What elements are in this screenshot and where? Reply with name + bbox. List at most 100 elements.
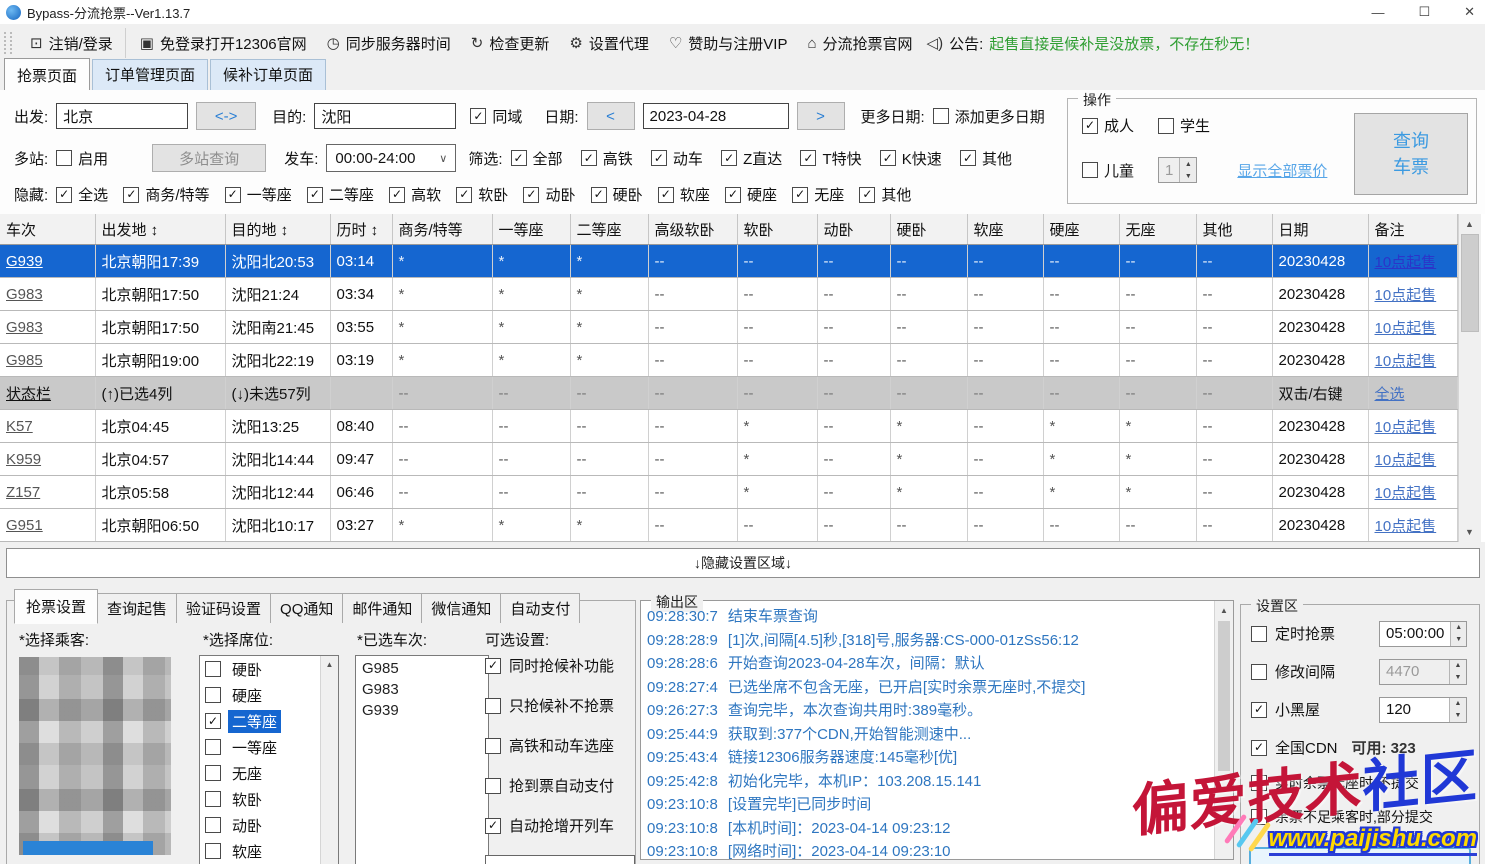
seat-list-scrollbar[interactable]: ▲: [320, 656, 338, 864]
note-link[interactable]: 10点起售: [1375, 419, 1437, 436]
optional-setting-checkbox[interactable]: 只抢候补不抢票: [485, 695, 635, 716]
hide-seat-checkbox[interactable]: 全选: [56, 184, 108, 205]
partial-submit-checkbox[interactable]: [1251, 809, 1267, 825]
column-header[interactable]: 商务/特等: [392, 214, 492, 245]
blackroom-checkbox[interactable]: [1251, 702, 1267, 718]
settings-tab[interactable]: 微信通知: [421, 593, 501, 623]
scroll-up-icon[interactable]: ▲: [1459, 214, 1481, 234]
seat-option[interactable]: 软座: [200, 838, 320, 864]
selected-train-item[interactable]: G939: [362, 700, 482, 721]
train-number-link[interactable]: 状态栏: [0, 377, 95, 410]
train-type-checkbox[interactable]: K快速: [880, 148, 942, 169]
column-header[interactable]: 软座: [967, 214, 1043, 245]
selected-train-item[interactable]: G985: [362, 658, 482, 679]
multi-station-query-button[interactable]: 多站查询: [152, 144, 266, 172]
column-header[interactable]: 二等座: [570, 214, 648, 245]
column-header[interactable]: 目的地 ↕: [225, 214, 330, 245]
column-header[interactable]: 动卧: [817, 214, 890, 245]
blackroom-stepper[interactable]: 120 ▲▼: [1379, 697, 1467, 723]
date-input[interactable]: [643, 103, 789, 129]
arrow-up-icon[interactable]: ▲: [1450, 698, 1466, 710]
train-type-checkbox[interactable]: 其他: [960, 148, 1012, 169]
depart-time-dropdown[interactable]: 00:00-24:00 ∨: [326, 144, 456, 172]
hide-seat-checkbox[interactable]: 一等座: [225, 184, 292, 205]
toolbar-button[interactable]: ▣ 免登录打开12306官网: [125, 28, 317, 58]
note-link[interactable]: 全选: [1375, 386, 1405, 403]
scrollbar-thumb[interactable]: [1461, 234, 1479, 332]
train-type-checkbox[interactable]: Z直达: [721, 148, 782, 169]
table-row[interactable]: G983 北京朝阳17:50 沈阳南21:45 03:55 * * * -- -…: [0, 311, 1457, 344]
arrow-down-icon[interactable]: ▼: [1180, 170, 1196, 182]
note-link[interactable]: 10点起售: [1375, 287, 1437, 304]
stepper-arrows[interactable]: ▲▼: [1179, 158, 1196, 182]
hide-seat-checkbox[interactable]: 硬座: [725, 184, 777, 205]
arrow-up-icon[interactable]: ▲: [1450, 660, 1466, 672]
train-type-checkbox[interactable]: 全部: [511, 148, 563, 169]
column-header[interactable]: 日期: [1272, 214, 1368, 245]
note-link[interactable]: 10点起售: [1375, 485, 1437, 502]
hide-seat-checkbox[interactable]: 二等座: [307, 184, 374, 205]
column-header[interactable]: 软卧: [737, 214, 817, 245]
arrow-up-icon[interactable]: ▲: [1451, 622, 1466, 634]
scroll-down-icon[interactable]: ▼: [1459, 522, 1481, 542]
column-header[interactable]: 高级软卧: [648, 214, 737, 245]
same-city-checkbox[interactable]: 同域: [470, 106, 522, 127]
seat-option[interactable]: 无座: [200, 760, 320, 786]
column-header[interactable]: 备注: [1368, 214, 1457, 245]
settings-tab[interactable]: 查询起售: [97, 593, 177, 623]
hide-seat-checkbox[interactable]: 软卧: [456, 184, 508, 205]
seat-option[interactable]: 硬卧: [200, 656, 320, 682]
column-header[interactable]: 车次: [0, 214, 95, 245]
train-number-link[interactable]: G983: [0, 278, 95, 311]
selected-passenger-row[interactable]: [23, 841, 153, 855]
table-row[interactable]: K57 北京04:45 沈阳13:25 08:40 -- -- -- -- * …: [0, 410, 1457, 443]
train-type-checkbox[interactable]: 高铁: [581, 148, 633, 169]
stepper-arrows[interactable]: ▲▼: [1449, 660, 1466, 684]
prev-date-button[interactable]: <: [587, 102, 635, 130]
output-scrollbar[interactable]: ▲: [1214, 601, 1233, 859]
seat-option[interactable]: 一等座: [200, 734, 320, 760]
note-link[interactable]: 10点起售: [1375, 518, 1437, 535]
interval-stepper[interactable]: 4470 ▲▼: [1379, 659, 1467, 685]
toolbar-button[interactable]: ⊡ 注销/登录: [20, 28, 123, 58]
note-link[interactable]: 10点起售: [1375, 452, 1437, 469]
adult-checkbox[interactable]: 成人: [1082, 115, 1134, 136]
table-row[interactable]: G951 北京朝阳06:50 沈阳北10:17 03:27 * * * -- -…: [0, 509, 1457, 542]
toolbar-button[interactable]: ↻ 检查更新: [461, 28, 560, 58]
train-number-link[interactable]: G983: [0, 311, 95, 344]
next-date-button[interactable]: >: [797, 102, 845, 130]
child-count-stepper[interactable]: 1 ▲▼: [1158, 157, 1197, 183]
toolbar-button[interactable]: ⌂ 分流抢票官网: [797, 28, 922, 58]
stepper-arrows[interactable]: ▲▼: [1449, 698, 1466, 722]
passenger-list-blurred[interactable]: [19, 657, 171, 855]
cdn-checkbox[interactable]: [1251, 740, 1267, 756]
selected-train-item[interactable]: G983: [362, 679, 482, 700]
scroll-up-icon[interactable]: ▲: [321, 656, 338, 673]
column-header[interactable]: 历时 ↕: [330, 214, 392, 245]
train-number-link[interactable]: Z157: [0, 476, 95, 509]
train-number-link[interactable]: G985: [0, 344, 95, 377]
settings-tab[interactable]: 自动支付: [500, 593, 580, 623]
arrow-up-icon[interactable]: ▲: [1180, 158, 1196, 170]
depart-input[interactable]: [56, 103, 188, 129]
settings-tab[interactable]: 验证码设置: [176, 593, 271, 623]
note-link[interactable]: 10点起售: [1375, 254, 1437, 271]
dest-input[interactable]: [314, 103, 456, 129]
show-all-prices-link[interactable]: 显示全部票价: [1237, 160, 1327, 181]
settings-tab[interactable]: 邮件通知: [342, 593, 422, 623]
scrollbar-thumb[interactable]: [1218, 621, 1230, 771]
hide-seat-checkbox[interactable]: 无座: [792, 184, 844, 205]
hide-seat-checkbox[interactable]: 软座: [658, 184, 710, 205]
toolbar-button[interactable]: ⚙ 设置代理: [559, 28, 658, 58]
optional-setting-checkbox[interactable]: 同时抢候补功能: [485, 655, 635, 676]
selected-trains-listbox[interactable]: G985G983G939: [355, 655, 489, 864]
column-header[interactable]: 一等座: [492, 214, 570, 245]
column-header[interactable]: 其他: [1196, 214, 1272, 245]
child-checkbox[interactable]: 儿童: [1082, 160, 1134, 181]
train-number-link[interactable]: K57: [0, 410, 95, 443]
minimize-button[interactable]: —: [1371, 5, 1384, 20]
train-number-link[interactable]: G951: [0, 509, 95, 542]
timed-grab-checkbox[interactable]: [1251, 626, 1267, 642]
column-header[interactable]: 无座: [1119, 214, 1196, 245]
seat-option[interactable]: 动卧: [200, 812, 320, 838]
